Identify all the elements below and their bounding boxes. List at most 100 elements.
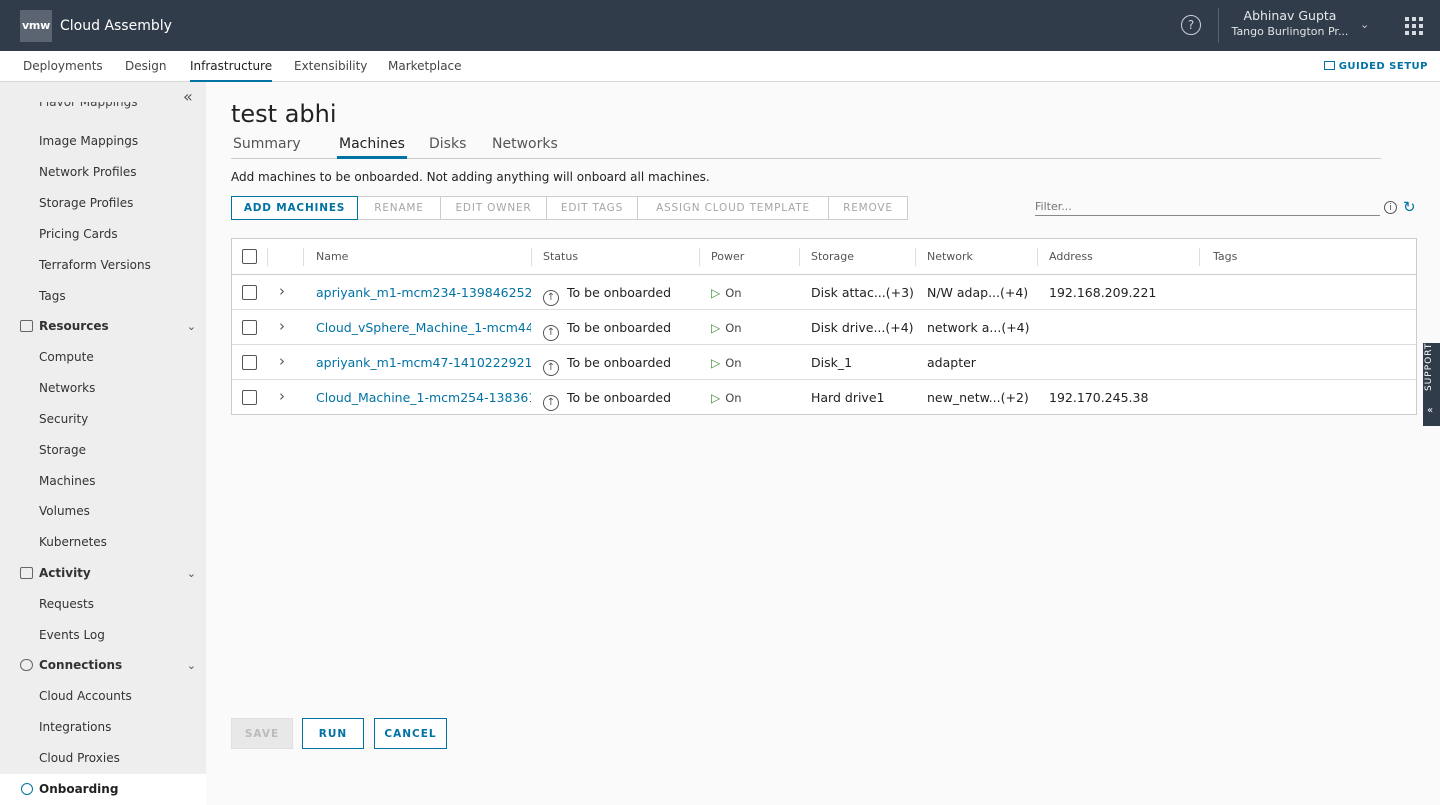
column-header-power[interactable]: Power: [711, 239, 744, 274]
sidebar-item-storage-profiles[interactable]: Storage Profiles: [39, 196, 133, 210]
sidebar-item-onboarding[interactable]: Onboarding: [0, 774, 206, 805]
column-header-tags[interactable]: Tags: [1213, 239, 1237, 274]
sidebar-group-resources[interactable]: Resources ⌄: [20, 319, 200, 333]
edit-owner-button[interactable]: EDIT OWNER: [441, 196, 547, 220]
save-button[interactable]: SAVE: [231, 718, 293, 749]
sidebar-item-storage[interactable]: Storage: [39, 443, 86, 457]
help-icon[interactable]: ?: [1181, 15, 1201, 35]
run-button[interactable]: RUN: [302, 718, 364, 749]
remove-button[interactable]: REMOVE: [829, 196, 908, 220]
machine-name-link[interactable]: apriyank_m1-mcm234-1398462524: [316, 275, 531, 310]
row-checkbox[interactable]: [242, 285, 257, 300]
filter-input[interactable]: [1035, 197, 1380, 216]
upload-icon: ↑: [543, 395, 559, 411]
user-menu[interactable]: Abhinav Gupta Tango Burlington Pr...: [1230, 8, 1350, 40]
sidebar-group-label: Activity: [39, 566, 91, 580]
sidebar-group-activity[interactable]: Activity ⌄: [20, 566, 200, 580]
column-header-name[interactable]: Name: [316, 239, 348, 274]
info-icon[interactable]: i: [1384, 201, 1397, 214]
app-grid-icon[interactable]: [1405, 17, 1423, 35]
sidebar-item-network-profiles[interactable]: Network Profiles: [39, 165, 136, 179]
storage-cell: Disk attac...(+3): [811, 285, 914, 300]
tab-machines[interactable]: Machines: [337, 132, 407, 159]
chevron-down-icon: ⌄: [186, 566, 196, 580]
map-icon: [1323, 61, 1335, 70]
sidebar-item-cloud-accounts[interactable]: Cloud Accounts: [39, 689, 132, 703]
sidebar-item-security[interactable]: Security: [39, 412, 88, 426]
row-checkbox[interactable]: [242, 390, 257, 405]
sidebar-item-flavor-mappings[interactable]: Flavor Mappings: [39, 102, 138, 110]
app-header: vmw Cloud Assembly ? Abhinav Gupta Tango…: [0, 0, 1440, 51]
refresh-icon[interactable]: ↻: [1403, 198, 1416, 216]
assign-cloud-template-button[interactable]: ASSIGN CLOUD TEMPLATE: [638, 196, 829, 220]
cancel-button[interactable]: CANCEL: [374, 718, 447, 749]
table-row[interactable]: › apriyank_m1-mcm234-1398462524 ↑ To be o…: [232, 275, 1416, 310]
network-cell: adapter: [927, 355, 976, 370]
column-header-network[interactable]: Network: [927, 239, 973, 274]
chevron-down-icon[interactable]: ⌄: [1360, 18, 1369, 31]
table-row[interactable]: › Cloud_vSphere_Machine_1-mcm44 ↑ To be o…: [232, 310, 1416, 345]
sidebar-item-cloud-proxies[interactable]: Cloud Proxies: [39, 751, 120, 765]
upload-icon: ↑: [543, 360, 559, 376]
row-checkbox[interactable]: [242, 355, 257, 370]
column-header-storage[interactable]: Storage: [811, 239, 854, 274]
tab-deployments[interactable]: Deployments: [23, 51, 103, 82]
power-text: On: [725, 391, 742, 405]
chevron-right-icon[interactable]: ›: [279, 319, 293, 334]
edit-tags-button[interactable]: EDIT TAGS: [547, 196, 638, 220]
sidebar-item-tags[interactable]: Tags: [39, 289, 66, 303]
tab-extensibility[interactable]: Extensibility: [294, 51, 367, 82]
sidebar-group-label: Connections: [39, 658, 123, 672]
tab-summary[interactable]: Summary: [233, 132, 301, 159]
tab-design[interactable]: Design: [125, 51, 166, 82]
column-divider: [699, 248, 700, 266]
address-cell: 192.170.245.38: [1049, 390, 1149, 405]
chevron-right-icon[interactable]: ›: [279, 389, 293, 404]
chevron-right-icon[interactable]: ›: [279, 354, 293, 369]
sidebar-item-kubernetes[interactable]: Kubernetes: [39, 535, 107, 549]
sidebar-item-events-log[interactable]: Events Log: [39, 628, 105, 642]
activity-icon: [20, 567, 33, 579]
support-label: SUPPORT: [1424, 342, 1434, 391]
storage-cell: Hard drive1: [811, 390, 885, 405]
sidebar-item-integrations[interactable]: Integrations: [39, 720, 111, 734]
chevron-right-icon[interactable]: ›: [279, 284, 293, 299]
collapse-sidebar-icon[interactable]: «: [183, 87, 193, 106]
tab-disks[interactable]: Disks: [429, 132, 466, 159]
tab-marketplace[interactable]: Marketplace: [388, 51, 462, 82]
row-checkbox[interactable]: [242, 320, 257, 335]
column-header-address[interactable]: Address: [1049, 239, 1093, 274]
sidebar-item-pricing-cards[interactable]: Pricing Cards: [39, 227, 118, 241]
sidebar-group-label: Resources: [39, 319, 109, 333]
sidebar-item-compute[interactable]: Compute: [39, 350, 94, 364]
rename-button[interactable]: RENAME: [358, 196, 441, 220]
add-machines-button[interactable]: ADD MACHINES: [231, 196, 358, 220]
sidebar-item-image-mappings[interactable]: Image Mappings: [39, 134, 138, 148]
column-divider: [1037, 248, 1038, 266]
select-all-checkbox[interactable]: [242, 249, 257, 264]
machines-grid: Name Status Power Storage Network Addres…: [231, 238, 1417, 415]
machine-name-link[interactable]: Cloud_Machine_1-mcm254-1383610: [316, 380, 531, 415]
chevron-down-icon: ⌄: [186, 319, 196, 333]
machine-name-link[interactable]: apriyank_m1-mcm47-1410222921020: [316, 345, 531, 380]
table-row[interactable]: › Cloud_Machine_1-mcm254-1383610 ↑ To be …: [232, 380, 1416, 415]
column-header-status[interactable]: Status: [543, 239, 578, 274]
machine-name-link[interactable]: Cloud_vSphere_Machine_1-mcm44: [316, 310, 531, 345]
action-buttons: ADD MACHINES RENAME EDIT OWNER EDIT TAGS…: [231, 196, 908, 220]
sidebar-item-machines[interactable]: Machines: [39, 474, 95, 488]
top-nav: Deployments Design Infrastructure Extens…: [0, 51, 1440, 82]
sidebar-item-volumes[interactable]: Volumes: [39, 504, 90, 518]
sidebar-item-terraform-versions[interactable]: Terraform Versions: [39, 258, 151, 272]
sidebar-group-connections[interactable]: Connections ⌄: [20, 658, 200, 672]
support-tab[interactable]: SUPPORT «: [1423, 343, 1440, 426]
guided-setup-link[interactable]: GUIDED SETUP: [1323, 51, 1428, 82]
table-row[interactable]: › apriyank_m1-mcm47-1410222921020 ↑ To be…: [232, 345, 1416, 380]
user-name: Abhinav Gupta: [1243, 8, 1337, 23]
tab-infrastructure[interactable]: Infrastructure: [190, 51, 273, 82]
onboarding-icon: [21, 783, 33, 795]
power-cell: ▷ On: [711, 310, 742, 345]
sidebar-item-requests[interactable]: Requests: [39, 597, 94, 611]
sidebar-item-networks[interactable]: Networks: [39, 381, 95, 395]
tab-networks[interactable]: Networks: [492, 132, 558, 159]
power-cell: ▷ On: [711, 275, 742, 310]
